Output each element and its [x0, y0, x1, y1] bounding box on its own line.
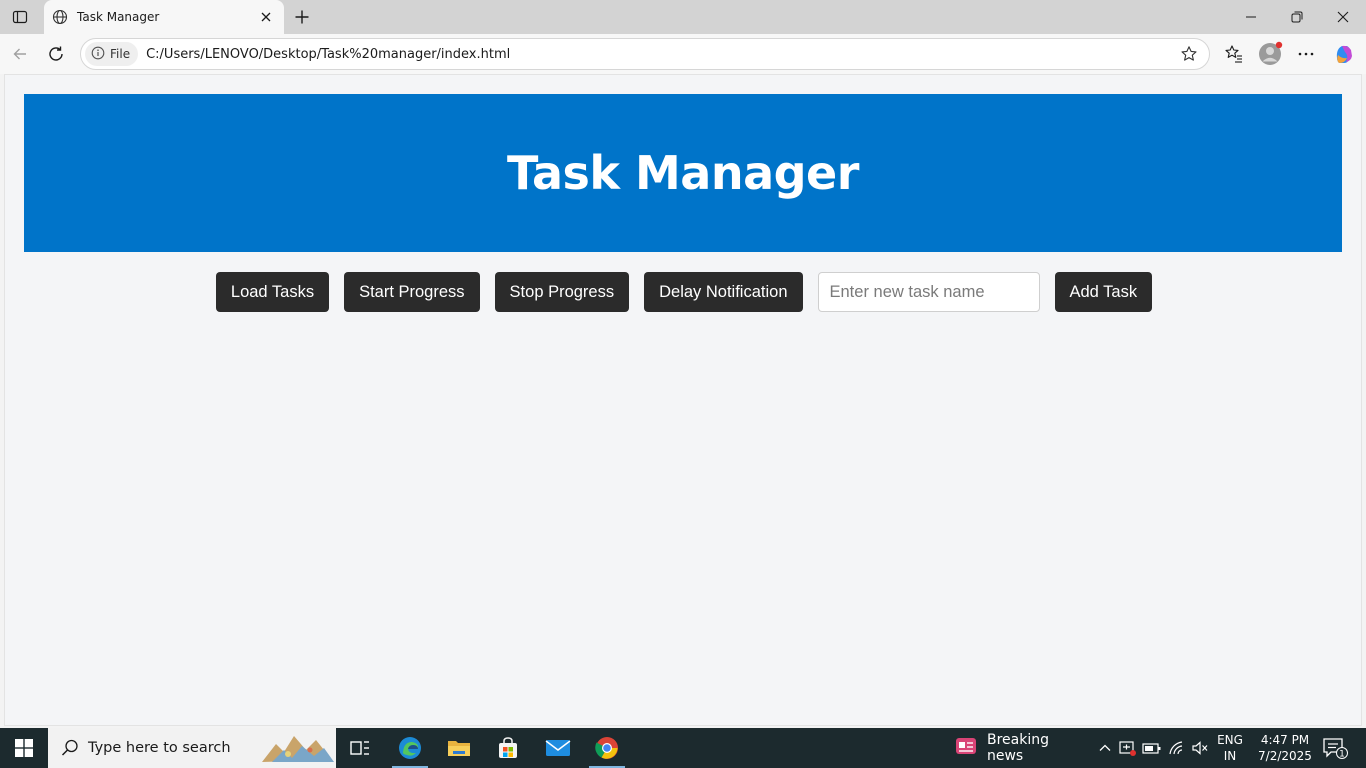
browser-tab-strip: Task Manager: [0, 0, 1366, 34]
address-bar[interactable]: File C:/Users/LENOVO/Desktop/Task%20mana…: [80, 38, 1210, 70]
globe-icon: [52, 9, 68, 25]
chevron-up-icon[interactable]: [1095, 738, 1115, 758]
meet-icon[interactable]: [1118, 738, 1138, 758]
search-placeholder: Type here to search: [88, 740, 231, 756]
close-window-icon[interactable]: [1320, 0, 1366, 34]
search-icon: [60, 738, 80, 758]
clock-time: 4:47 PM: [1260, 733, 1310, 747]
browser-tab[interactable]: Task Manager: [44, 0, 284, 34]
battery-icon[interactable]: [1142, 738, 1162, 758]
minimize-icon[interactable]: [1228, 0, 1274, 34]
load-tasks-button[interactable]: Load Tasks: [215, 272, 330, 312]
add-task-button[interactable]: Add Task: [1054, 272, 1153, 312]
favorites-icon[interactable]: [1220, 40, 1248, 68]
close-tab-icon[interactable]: [258, 9, 274, 25]
windows-taskbar: Type here to search Breaking news ENG IN…: [0, 728, 1366, 768]
more-icon[interactable]: [1292, 40, 1320, 68]
windows-start-icon[interactable]: [0, 728, 48, 768]
new-tab-icon[interactable]: [290, 5, 314, 29]
store-icon[interactable]: [484, 728, 532, 768]
copilot-icon[interactable]: [1330, 40, 1358, 68]
new-task-input[interactable]: [817, 272, 1040, 312]
delay-notification-button[interactable]: Delay Notification: [644, 272, 803, 312]
stop-progress-button[interactable]: Stop Progress: [494, 272, 630, 312]
edge-icon[interactable]: [386, 728, 434, 768]
site-info-chip[interactable]: File: [85, 42, 139, 66]
language-indicator[interactable]: ENG IN: [1214, 732, 1246, 764]
news-widget[interactable]: Breaking news: [948, 728, 1082, 768]
notifications-icon[interactable]: 1: [1322, 736, 1348, 760]
news-label: Breaking news: [987, 732, 1050, 764]
url-text[interactable]: C:/Users/LENOVO/Desktop/Task%20manager/i…: [146, 47, 1175, 62]
notification-count: 1: [1339, 750, 1345, 760]
browser-toolbar: File C:/Users/LENOVO/Desktop/Task%20mana…: [0, 34, 1366, 74]
page-viewport: Task Manager Load Tasks Start Progress S…: [4, 74, 1362, 726]
favorite-star-icon[interactable]: [1175, 40, 1203, 68]
file-explorer-icon[interactable]: [435, 728, 483, 768]
tab-title: Task Manager: [77, 10, 160, 24]
news-icon: [954, 735, 978, 761]
volume-muted-icon[interactable]: [1190, 738, 1210, 758]
task-view-icon[interactable]: [336, 728, 384, 768]
language-region: IN: [1223, 749, 1237, 763]
clock-date: 7/2/2025: [1258, 749, 1312, 763]
mail-icon[interactable]: [534, 728, 582, 768]
chrome-icon[interactable]: [583, 728, 631, 768]
profile-icon[interactable]: [1256, 40, 1284, 68]
search-highlight-art: [262, 736, 334, 762]
controls-bar: Load Tasks Start Progress Stop Progress …: [5, 272, 1363, 312]
language-code: ENG: [1217, 733, 1243, 747]
refresh-icon[interactable]: [42, 40, 70, 68]
page-header: Task Manager: [24, 94, 1342, 252]
taskbar-search[interactable]: Type here to search: [48, 728, 336, 768]
site-chip-label: File: [110, 47, 131, 61]
page-title: Task Manager: [507, 146, 859, 200]
restore-icon[interactable]: [1274, 0, 1320, 34]
back-icon[interactable]: [6, 40, 34, 68]
wifi-icon[interactable]: [1166, 738, 1186, 758]
tab-actions-icon[interactable]: [8, 6, 32, 28]
info-icon: [91, 46, 105, 63]
start-progress-button[interactable]: Start Progress: [344, 272, 480, 312]
system-clock[interactable]: 4:47 PM 7/2/2025: [1252, 732, 1318, 764]
